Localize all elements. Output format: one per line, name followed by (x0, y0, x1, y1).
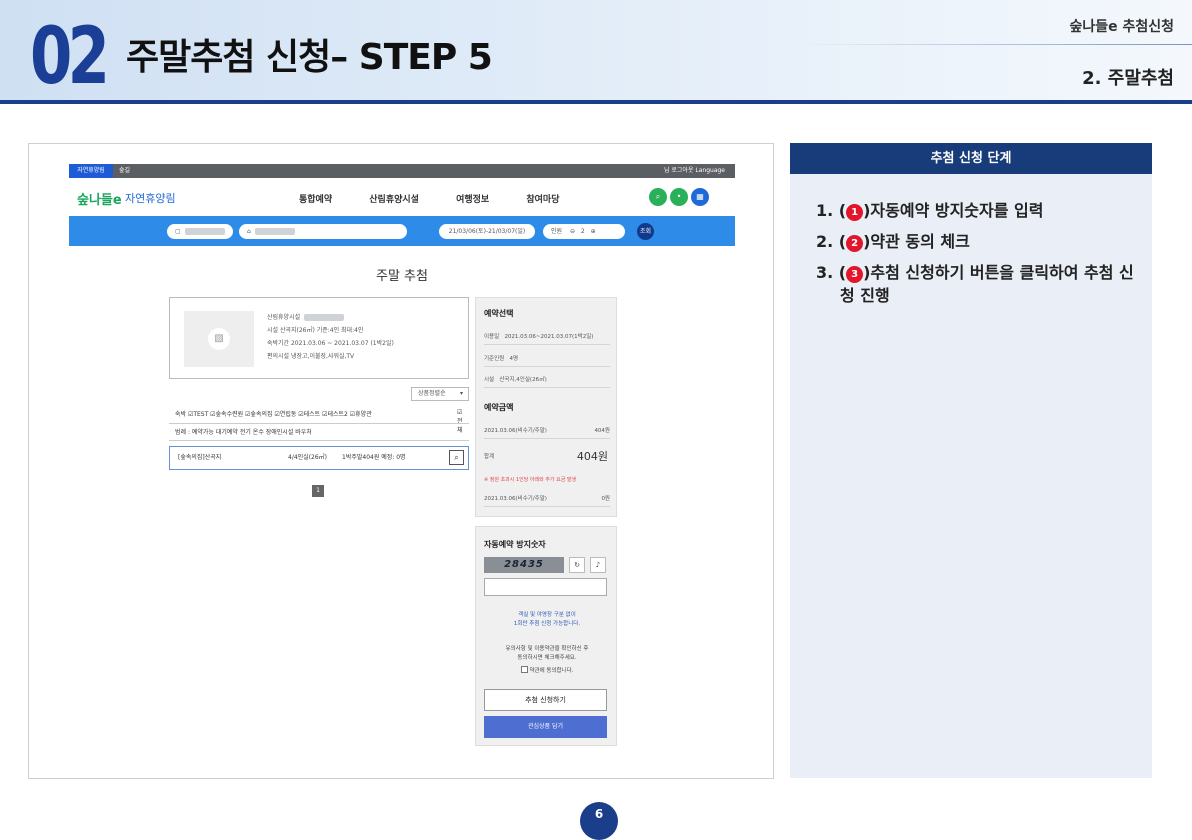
step-badge: 3 (846, 266, 864, 283)
speaker-icon[interactable]: ♪ (590, 557, 606, 573)
region-select[interactable]: ▢ (167, 224, 233, 239)
result-name[interactable]: [숲속의집]산곡지 (178, 454, 221, 461)
amount-line-1: 2021.03.06(비수기/주말) 404원 (484, 426, 610, 439)
captcha-image: 28435 (484, 557, 564, 573)
people-count: 2 (580, 228, 585, 235)
facility-period-line: 숙박기간 2021.03.06 ~ 2021.03.07 (1박2일) (267, 340, 394, 347)
base-people-row: 기준인원 4명 (484, 354, 610, 367)
facility-amenities-line: 편의시설 냉장고,이불장,샤워실,TV (267, 353, 355, 360)
filter-checkboxes[interactable]: 숙박 ☑TEST ☑숲속수련원 ☑숲속의집 ☑연립동 ☑테스트 ☑테스트2 ☑휴… (175, 409, 463, 434)
mypage-icon[interactable]: • (670, 188, 688, 206)
reservation-title: 예약선택 (484, 309, 514, 318)
step-1: 1. (1)자동예약 방지숫자를 입력 (816, 201, 1044, 221)
result-price: 1박주말404원 예정: 0명 (342, 454, 406, 461)
doc-category: 숲나들e 추첨신청 (1069, 19, 1174, 35)
minus-icon[interactable]: ⊖ (570, 228, 575, 235)
steps-heading: 추첨 신청 단계 (790, 143, 1152, 174)
forest-select[interactable]: ⌂ (239, 224, 407, 239)
add-favorite-button[interactable]: 관심상품 담기 (484, 716, 607, 738)
image-icon: ▧ (208, 328, 230, 350)
plus-icon[interactable]: ⊕ (591, 228, 596, 235)
header-divider (802, 44, 1192, 45)
step-badge: 2 (846, 235, 864, 252)
people-stepper[interactable]: 인원 ⊖ 2 ⊕ (543, 224, 625, 239)
steps-panel: 추첨 신청 단계 1. (1)자동예약 방지숫자를 입력 2. (2)약관 동의… (790, 143, 1152, 778)
lottery-page-title: 주말 추첨 (376, 269, 428, 284)
main-menu: 통합예약 산림휴양시설 여행정보 참여마당 (299, 192, 593, 205)
facility-details: 산림휴양시설 시설 산곡지(26㎡) 기준:4인 최대:4인 숙박기간 2021… (267, 311, 394, 363)
magnifier-icon[interactable]: ⌕ (449, 450, 464, 465)
terms-note: 유의사항 및 이용약관을 확인하신 후 동의하시면 체크해주세요. (505, 646, 589, 661)
terms-agree-checkbox[interactable]: 약관에 동의합니다. (476, 666, 618, 674)
menu-item-travel[interactable]: 여행정보 (456, 195, 489, 205)
page-number: 6 (580, 802, 618, 840)
facility-row: 시설 산곡지,4인실(26㎡) (484, 375, 610, 388)
result-size: 4/4인실(26㎡) (288, 454, 328, 461)
tab-forest-trail[interactable]: 숲길 (119, 164, 130, 178)
legend-row: 범례 : 예약가능 대기예약 전기 온수 장애인시설 바우처 (169, 423, 469, 441)
result-row[interactable]: [숲속의집]산곡지 4/4인실(26㎡) 1박주말404원 예정: 0명 ⌕ (169, 446, 469, 470)
menu-item-community[interactable]: 참여마당 (526, 195, 559, 205)
section-number: 02 (30, 12, 110, 102)
menu-item-booking[interactable]: 통합예약 (299, 195, 332, 205)
tab-recreation-forest[interactable]: 자연휴양림 (69, 164, 113, 178)
use-date-row: 이용일 2021.03.06~2021.03.07(1박2일) (484, 332, 610, 345)
steps-list: 1. (1)자동예약 방지숫자를 입력 2. (2)약관 동의 체크 3. (3… (816, 199, 1146, 315)
apply-lottery-button[interactable]: 추첨 신청하기 (484, 689, 607, 711)
total-amount: 404원 (576, 450, 608, 463)
date-range-field[interactable]: 21/03/06(토)-21/03/07(일) (439, 224, 535, 239)
user-menu[interactable]: 님 로그아웃 Language (664, 164, 725, 178)
chevron-down-icon: ▾ (459, 390, 463, 397)
site-subtitle: 자연휴양림 (125, 192, 176, 205)
facility-image-placeholder: ▧ (184, 311, 254, 367)
step-badge: 1 (846, 204, 864, 221)
extra-fee-warning: ※ 정원 초과시 1인당 아래와 추가 요금 발생 (484, 477, 577, 483)
search-button[interactable]: 조회 (637, 223, 654, 240)
page-header: 02 주말추첨 신청– STEP 5 숲나들e 추첨신청 2. 주말추첨 (0, 0, 1192, 104)
global-nav-bar: 자연휴양림 숲길 님 로그아웃 Language (69, 164, 735, 178)
checkbox-icon (520, 666, 528, 673)
sort-select[interactable]: 상품정렬순 ▾ (411, 387, 469, 401)
captcha-title: 자동예약 방지숫자 (484, 540, 546, 549)
website-screenshot: 자연휴양림 숲길 님 로그아웃 Language 숲나들e 자연휴양림 통합예약… (28, 143, 774, 779)
search-icon[interactable]: ⌕ (649, 188, 667, 206)
people-label: 인원 (551, 228, 563, 235)
grid-menu-icon[interactable]: ▦ (691, 188, 709, 206)
step-3: 3. (3)추첨 신청하기 버튼을 클릭하여 추첨 신청 진행 (816, 263, 1134, 305)
lottery-limit-note: 객실 및 야영장 구분 없이 1회만 추첨 신청 가능합니다. (513, 612, 581, 627)
captcha-panel: 자동예약 방지숫자 28435 ↻ ♪ 객실 및 야영장 구분 없이 1회만 추첨… (475, 526, 617, 746)
reservation-summary-panel: 예약선택 이용일 2021.03.06~2021.03.07(1박2일) 기준인… (475, 297, 617, 517)
site-logo[interactable]: 숲나들e (77, 189, 122, 208)
filter-items[interactable]: 숙박 ☑TEST ☑숲속수련원 ☑숲속의집 ☑연립동 ☑테스트 ☑테스트2 ☑휴… (175, 411, 372, 418)
refresh-icon[interactable]: ↻ (569, 557, 585, 573)
menu-item-facilities[interactable]: 산림휴양시설 (369, 195, 419, 205)
search-bar: ▢ ⌂ 21/03/06(토)-21/03/07(일) 인원 ⊖ 2 ⊕ 조회 (69, 216, 735, 246)
pagination-page[interactable]: 1 (312, 485, 324, 497)
amount-title: 예약금액 (484, 403, 514, 412)
facility-name-line: 산림휴양시설 (267, 311, 394, 324)
captcha-input[interactable] (484, 578, 607, 596)
step-2: 2. (2)약관 동의 체크 (816, 232, 970, 252)
page-title: 주말추첨 신청– STEP 5 (126, 37, 493, 78)
doc-section: 2. 주말추첨 (1082, 68, 1174, 89)
amount-line-2: 2021.03.06(비수기/주말) 0원 (484, 494, 610, 507)
facility-info-card: ▧ 산림휴양시설 시설 산곡지(26㎡) 기준:4인 최대:4인 숙박기간 20… (169, 297, 469, 379)
facility-room-line: 시설 산곡지(26㎡) 기준:4인 최대:4인 (267, 327, 364, 334)
